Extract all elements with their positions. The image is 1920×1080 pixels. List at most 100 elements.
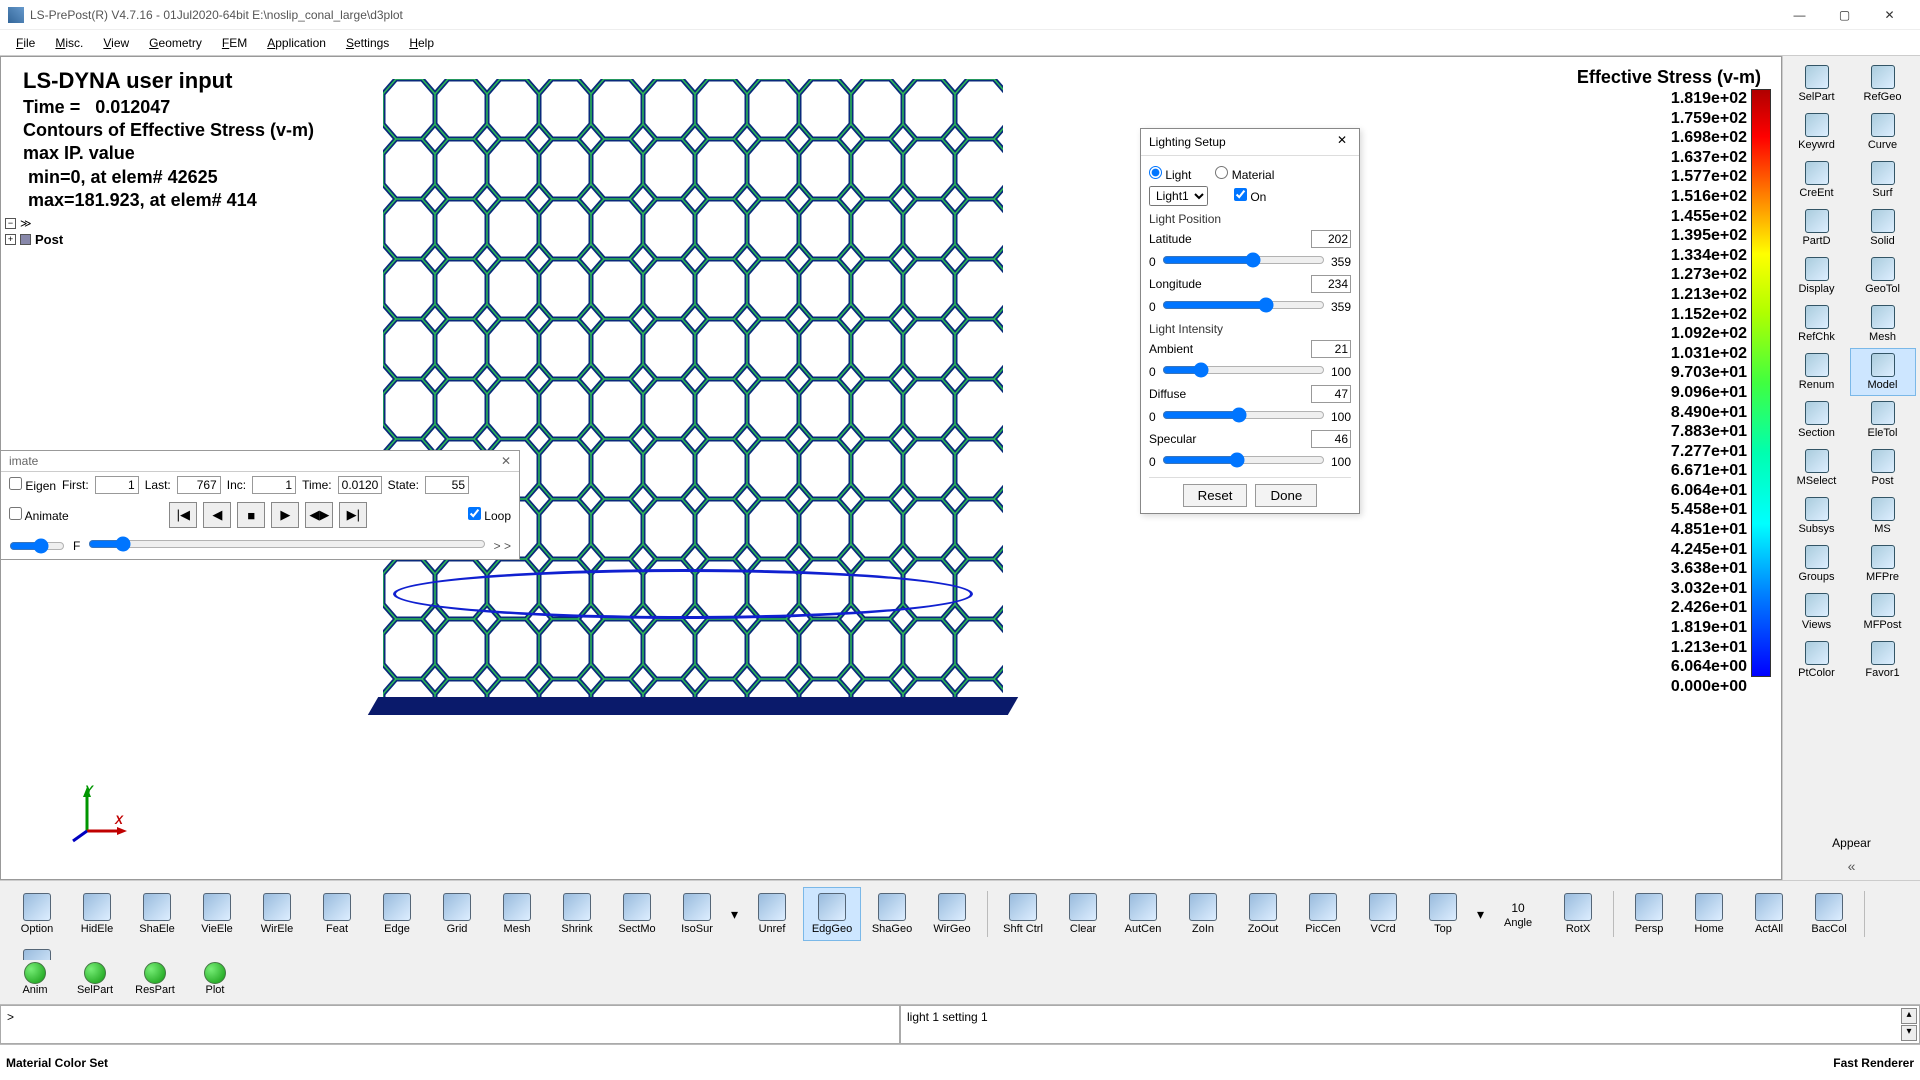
menu-settings[interactable]: Settings xyxy=(336,33,399,53)
tool-subsys[interactable]: Subsys xyxy=(1784,492,1850,540)
inc-input[interactable] xyxy=(252,476,296,494)
on-checkbox[interactable]: On xyxy=(1234,188,1266,204)
menu-geometry[interactable]: Geometry xyxy=(139,33,212,53)
ambient-slider[interactable] xyxy=(1162,362,1325,378)
btool-mesh-b[interactable]: Mesh xyxy=(488,887,546,941)
time-input[interactable] xyxy=(338,476,382,494)
first-frame-button[interactable]: |◀ xyxy=(169,502,197,528)
btool-home[interactable]: Home xyxy=(1680,887,1738,941)
reset-button[interactable]: Reset xyxy=(1183,484,1248,507)
btool-rotx[interactable]: RotX xyxy=(1549,887,1607,941)
close-button[interactable]: ✕ xyxy=(1867,1,1912,29)
btool-persp[interactable]: Persp xyxy=(1620,887,1678,941)
btool-vieele[interactable]: VieEle xyxy=(188,887,246,941)
scroll-down-icon[interactable]: ▾ xyxy=(1901,1025,1917,1041)
tool-selpart[interactable]: SelPart xyxy=(1784,60,1850,108)
btool2-respart[interactable]: ResPart xyxy=(128,962,182,1002)
specular-slider[interactable] xyxy=(1162,452,1325,468)
last-input[interactable] xyxy=(177,476,221,494)
btool-angle[interactable]: 10Angle xyxy=(1489,887,1547,941)
expand-icon[interactable]: > > xyxy=(494,539,511,553)
tool-refgeo[interactable]: RefGeo xyxy=(1850,60,1916,108)
btool-actall[interactable]: ActAll xyxy=(1740,887,1798,941)
btool2-plot[interactable]: Plot xyxy=(188,962,242,1002)
btool-zoout[interactable]: ZoOut xyxy=(1234,887,1292,941)
ambient-input[interactable] xyxy=(1311,340,1351,358)
minimize-button[interactable]: — xyxy=(1777,1,1822,29)
light-radio[interactable]: Light xyxy=(1149,166,1191,182)
speed-slider[interactable] xyxy=(9,538,65,554)
lighting-setup-dialog[interactable]: Lighting Setup ✕ Light Material Light1 O… xyxy=(1140,128,1360,514)
btool-wirele[interactable]: WirEle xyxy=(248,887,306,941)
appear-label[interactable]: Appear xyxy=(1832,836,1871,850)
tool-display[interactable]: Display xyxy=(1784,252,1850,300)
prev-frame-button[interactable]: ◀ xyxy=(203,502,231,528)
tool-ms[interactable]: MS xyxy=(1850,492,1916,540)
menu-fem[interactable]: FEM xyxy=(212,33,257,53)
btool-feat[interactable]: Feat xyxy=(308,887,366,941)
tool-partd[interactable]: PartD xyxy=(1784,204,1850,252)
diffuse-input[interactable] xyxy=(1311,385,1351,403)
tool-groups[interactable]: Groups xyxy=(1784,540,1850,588)
tool-mfpost[interactable]: MFPost xyxy=(1850,588,1916,636)
tool-eletol[interactable]: EleTol xyxy=(1850,396,1916,444)
tree-post[interactable]: Post xyxy=(35,232,63,247)
toolbar-collapse-icon[interactable]: « xyxy=(1848,858,1856,874)
tool-solid[interactable]: Solid xyxy=(1850,204,1916,252)
btool-edge[interactable]: Edge xyxy=(368,887,426,941)
btool2-anim[interactable]: Anim xyxy=(8,962,62,1002)
menu-file[interactable]: File xyxy=(6,33,45,53)
menu-misc[interactable]: Misc. xyxy=(45,33,93,53)
menu-application[interactable]: Application xyxy=(257,33,336,53)
btool-zoin[interactable]: ZoIn xyxy=(1174,887,1232,941)
tool-views[interactable]: Views xyxy=(1784,588,1850,636)
menu-help[interactable]: Help xyxy=(399,33,444,53)
btool-piccen[interactable]: PicCen xyxy=(1294,887,1352,941)
longitude-input[interactable] xyxy=(1311,275,1351,293)
tool-renum[interactable]: Renum xyxy=(1784,348,1850,396)
tool-keywrd[interactable]: Keywrd xyxy=(1784,108,1850,156)
tool-curve[interactable]: Curve xyxy=(1850,108,1916,156)
tool-section[interactable]: Section xyxy=(1784,396,1850,444)
done-button[interactable]: Done xyxy=(1255,484,1317,507)
btool-grid[interactable]: Grid xyxy=(428,887,486,941)
btool-unref[interactable]: Unref xyxy=(743,887,801,941)
btool-autcen[interactable]: AutCen xyxy=(1114,887,1172,941)
btool-shageo[interactable]: ShaGeo xyxy=(863,887,921,941)
model-tree[interactable]: −≫ +Post xyxy=(5,215,63,247)
step-button[interactable]: ◀▶ xyxy=(305,502,333,528)
longitude-slider[interactable] xyxy=(1162,297,1325,313)
btool2-selpart2[interactable]: SelPart xyxy=(68,962,122,1002)
btool-shfctr[interactable]: Shft Ctrl xyxy=(994,887,1052,941)
btool-top[interactable]: Top xyxy=(1414,887,1472,941)
latitude-slider[interactable] xyxy=(1162,252,1325,268)
animate-dialog[interactable]: imate✕ Eigen First: Last: Inc: Time: Sta… xyxy=(0,450,520,560)
tool-post[interactable]: Post xyxy=(1850,444,1916,492)
tool-favor1[interactable]: Favor1 xyxy=(1850,636,1916,684)
diffuse-slider[interactable] xyxy=(1162,407,1325,423)
btool-edggeo[interactable]: EdgGeo xyxy=(803,887,861,941)
btool-vcrd[interactable]: VCrd xyxy=(1354,887,1412,941)
btool-baccol[interactable]: BacCol xyxy=(1800,887,1858,941)
tool-mselect[interactable]: MSelect xyxy=(1784,444,1850,492)
material-radio[interactable]: Material xyxy=(1215,166,1274,182)
animate-close-icon[interactable]: ✕ xyxy=(501,454,511,468)
btool-clear[interactable]: Clear xyxy=(1054,887,1112,941)
tool-refchk[interactable]: RefChk xyxy=(1784,300,1850,348)
first-input[interactable] xyxy=(95,476,139,494)
tool-mesh[interactable]: Mesh xyxy=(1850,300,1916,348)
command-input[interactable]: > xyxy=(0,1005,900,1044)
tool-ptcolor[interactable]: PtColor xyxy=(1784,636,1850,684)
tool-mfpre[interactable]: MFPre xyxy=(1850,540,1916,588)
tool-creent[interactable]: CreEnt xyxy=(1784,156,1850,204)
tool-geotol[interactable]: GeoTol xyxy=(1850,252,1916,300)
btool-wirgeo[interactable]: WirGeo xyxy=(923,887,981,941)
btool-hidele[interactable]: HidEle xyxy=(68,887,126,941)
light-select[interactable]: Light1 xyxy=(1149,186,1208,206)
tool-surf[interactable]: Surf xyxy=(1850,156,1916,204)
last-frame-button[interactable]: ▶| xyxy=(339,502,367,528)
state-input[interactable] xyxy=(425,476,469,494)
state-slider[interactable] xyxy=(88,536,485,552)
scroll-up-icon[interactable]: ▴ xyxy=(1901,1008,1917,1024)
specular-input[interactable] xyxy=(1311,430,1351,448)
